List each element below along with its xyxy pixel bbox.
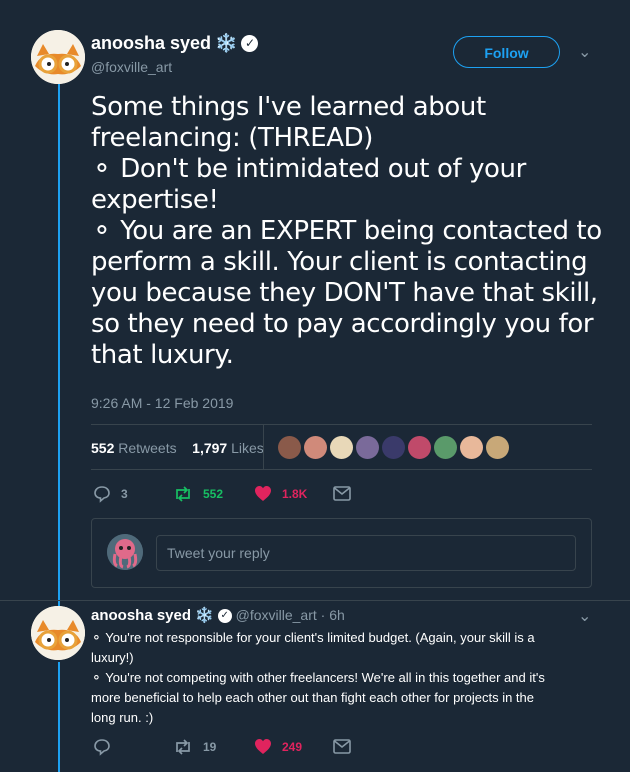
liker-avatar[interactable]: [356, 436, 379, 459]
tweet-text-line: freelancing: (THREAD): [91, 123, 374, 153]
retweets-stat[interactable]: 552 Retweets: [91, 440, 177, 456]
likes-label: Likes: [231, 440, 264, 456]
reply-input[interactable]: Tweet your reply: [156, 535, 576, 571]
tweet-text-line: that luxury.: [91, 340, 234, 370]
fox-avatar-icon: [31, 606, 85, 660]
retweet-action[interactable]: 552: [173, 485, 223, 503]
liker-avatar[interactable]: [278, 436, 301, 459]
reply-composer: Tweet your reply: [91, 518, 592, 588]
reply-text-line: ⚬ You're not competing with other freela…: [91, 670, 545, 685]
heart-icon: [255, 739, 271, 754]
snowflake-icon: ❄️: [215, 33, 238, 53]
likers-avatars: [278, 436, 509, 459]
likes-stat[interactable]: 1,797 Likes: [192, 440, 264, 456]
tweet-text-line: expertise!: [91, 185, 219, 215]
tweet-text-line: ⚬ Don't be intimidated out of your: [91, 154, 526, 184]
tweet-text-line: perform a skill. Your client is contacti…: [91, 247, 588, 277]
like-action[interactable]: 1.8K: [254, 485, 307, 502]
verified-icon: ✓: [217, 609, 232, 623]
liker-avatar[interactable]: [330, 436, 353, 459]
retweet-action[interactable]: 19: [173, 738, 216, 756]
direct-message-action[interactable]: [333, 739, 351, 754]
tweet-text-line: Some things I've learned about: [91, 92, 486, 122]
octopus-avatar-icon: [107, 534, 143, 570]
reply-text-line: more beneficial to help each other out t…: [91, 690, 534, 705]
author-avatar[interactable]: [31, 30, 85, 84]
snowflake-icon: ❄️: [195, 607, 214, 624]
tweet-text: Some things I've learned about freelanci…: [91, 92, 602, 371]
reply-text-line: long run. :): [91, 710, 154, 725]
envelope-icon: [333, 486, 351, 501]
liker-avatar[interactable]: [486, 436, 509, 459]
divider: [0, 600, 630, 601]
tweet-text-line: you because they DON'T have that skill,: [91, 278, 598, 308]
chevron-down-icon[interactable]: ⌄: [578, 42, 591, 62]
reply-author-avatar[interactable]: [31, 606, 85, 660]
divider: [91, 469, 592, 470]
tweet-text-line: so they need to pay accordingly you for: [91, 309, 594, 339]
reply-count: 3: [121, 487, 128, 501]
reply-action[interactable]: [93, 738, 121, 756]
envelope-icon: [333, 739, 351, 754]
stats-divider: [263, 425, 264, 469]
like-count: 249: [282, 739, 303, 754]
reply-author-header: anoosha syed ❄️ ✓ @foxville_art · 6h: [91, 606, 345, 624]
reply-action[interactable]: 3: [93, 485, 128, 503]
retweet-count: 19: [203, 740, 217, 754]
liker-avatar[interactable]: [408, 436, 431, 459]
liker-avatar[interactable]: [460, 436, 483, 459]
retweet-icon: [176, 739, 190, 755]
thread-line: [58, 662, 60, 772]
heart-icon: [255, 486, 271, 501]
reply-author-handle[interactable]: @foxville_art: [236, 607, 317, 623]
tweet-timestamp[interactable]: 9:26 AM - 12 Feb 2019: [91, 395, 233, 411]
follow-button[interactable]: Follow: [453, 36, 560, 68]
fox-avatar-icon: [31, 30, 85, 84]
tweet-text-line: ⚬ You are an EXPERT being contacted to: [91, 216, 602, 246]
divider: [91, 424, 592, 425]
like-action[interactable]: 249: [254, 738, 302, 755]
reply-time[interactable]: · 6h: [321, 607, 345, 623]
retweet-count: 552: [203, 487, 224, 501]
reply-tweet-text: ⚬ You're not responsible for your client…: [91, 628, 591, 728]
reply-text-line: luxury!): [91, 650, 134, 665]
thread-line: [58, 84, 60, 614]
retweets-label: Retweets: [118, 440, 177, 456]
liker-avatar[interactable]: [434, 436, 457, 459]
like-count: 1.8K: [282, 486, 308, 501]
author-header: anoosha syed ❄️ ✓: [91, 33, 259, 54]
reply-author-name[interactable]: anoosha syed: [91, 607, 191, 624]
reply-icon: [94, 486, 110, 503]
reply-text-line: ⚬ You're not responsible for your client…: [91, 630, 535, 645]
verified-icon: ✓: [241, 35, 259, 52]
liker-avatar[interactable]: [382, 436, 405, 459]
retweets-count: 552: [91, 440, 115, 456]
reply-icon: [94, 739, 110, 756]
user-avatar[interactable]: [107, 534, 143, 570]
author-name[interactable]: anoosha syed: [91, 33, 211, 53]
liker-avatar[interactable]: [304, 436, 327, 459]
chevron-down-icon[interactable]: ⌄: [578, 606, 591, 626]
tweet-stats: 552 Retweets 1,797 Likes: [91, 440, 264, 456]
likes-count: 1,797: [192, 440, 228, 456]
author-handle[interactable]: @foxville_art: [91, 59, 172, 75]
retweet-icon: [176, 486, 190, 502]
direct-message-action[interactable]: [333, 486, 351, 501]
